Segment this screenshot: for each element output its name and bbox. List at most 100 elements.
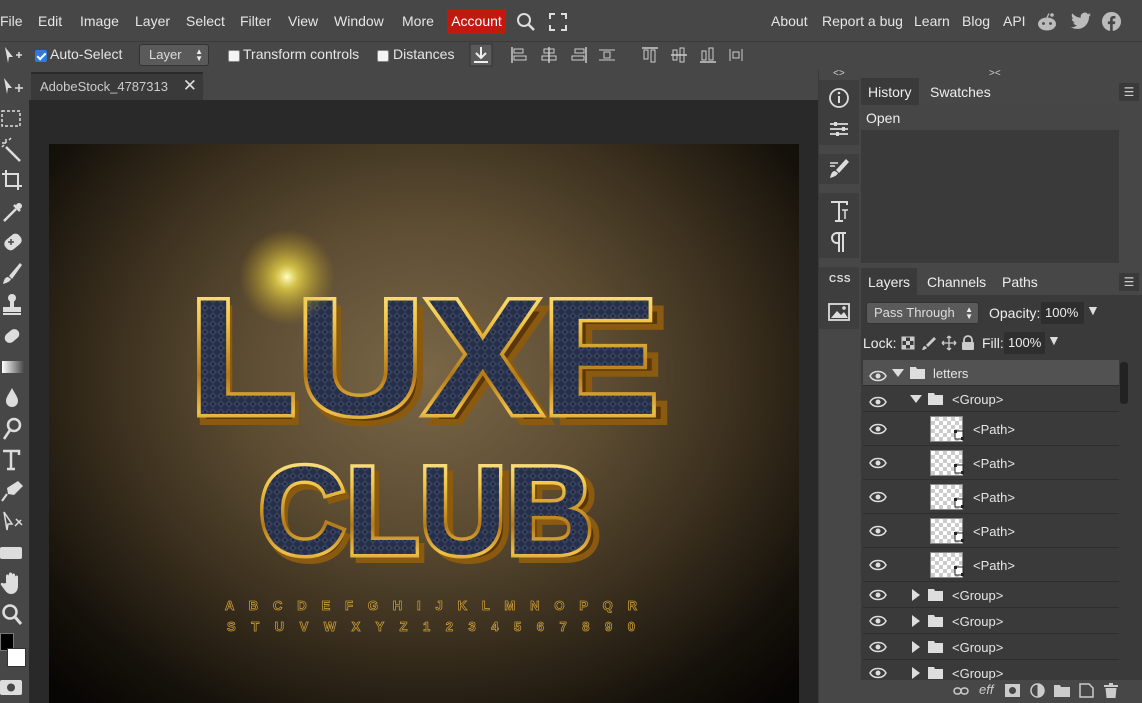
paragraph-icon[interactable] [822, 227, 856, 257]
align-top-icon[interactable] [641, 46, 659, 64]
facebook-icon[interactable] [1101, 11, 1122, 32]
tab-paths[interactable]: Paths [995, 268, 1045, 295]
eye-icon[interactable] [869, 588, 887, 602]
tab-layers[interactable]: Layers [861, 268, 918, 295]
link-about[interactable]: About [771, 13, 808, 29]
fill-field[interactable]: 100% [1004, 332, 1045, 354]
download-icon[interactable] [469, 43, 493, 67]
blend-mode-select[interactable]: Pass Through ▲ ▼ [866, 302, 979, 324]
effects-icon[interactable]: eff [979, 682, 993, 697]
layer-row-letters[interactable]: letters [863, 360, 1119, 386]
document-canvas[interactable]: LUXE LUXE CLUB CLUB A B C D E F G H I J … [49, 144, 799, 703]
rectangle-tool-icon[interactable] [0, 540, 28, 566]
background-color-swatch[interactable] [7, 648, 26, 667]
layer-row-group[interactable]: <Group> [863, 608, 1119, 634]
eye-icon[interactable] [869, 640, 887, 654]
blur-tool-icon[interactable] [0, 385, 28, 411]
layer-row-path[interactable]: <Path> [863, 446, 1119, 480]
hand-tool-icon[interactable] [0, 571, 28, 597]
new-group-icon[interactable] [1054, 684, 1070, 697]
menu-filter[interactable]: Filter [240, 13, 271, 29]
fill-dropdown-icon[interactable]: ▼ [1047, 332, 1061, 348]
tab-history[interactable]: History [861, 78, 919, 105]
eye-icon[interactable] [869, 666, 887, 680]
new-layer-icon[interactable] [1079, 683, 1094, 698]
align-bottom-icon[interactable] [699, 46, 717, 64]
adjustments-icon[interactable] [822, 114, 856, 144]
brush-settings-icon[interactable] [822, 154, 856, 184]
auto-select-checkbox[interactable] [35, 50, 47, 62]
move-tool-icon[interactable] [0, 74, 28, 100]
panel-menu-icon[interactable]: ☰ [1119, 273, 1139, 291]
link-api[interactable]: API [1003, 13, 1026, 29]
lock-position-icon[interactable] [941, 335, 957, 351]
lock-pixels-icon[interactable] [922, 336, 936, 350]
history-item[interactable]: Open [861, 105, 1119, 130]
menu-layer[interactable]: Layer [135, 13, 170, 29]
link-blog[interactable]: Blog [962, 13, 990, 29]
chevron-right-icon[interactable] [912, 615, 920, 627]
link-layers-icon[interactable] [953, 685, 969, 697]
distribute-vertical-icon[interactable] [726, 46, 746, 64]
magic-wand-icon[interactable] [0, 137, 28, 163]
trash-icon[interactable] [1104, 683, 1118, 698]
adjustment-layer-icon[interactable] [1030, 683, 1045, 698]
layer-row-path[interactable]: <Path> [863, 480, 1119, 514]
link-learn[interactable]: Learn [914, 13, 950, 29]
account-button[interactable]: Account [447, 9, 506, 34]
info-icon[interactable] [822, 83, 856, 113]
layer-row-group[interactable]: <Group> [863, 582, 1119, 608]
transform-controls-checkbox[interactable] [228, 50, 240, 62]
layer-row-path[interactable]: <Path> [863, 514, 1119, 548]
expand-arrows[interactable]: <> [833, 68, 845, 79]
reddit-icon[interactable] [1036, 11, 1058, 33]
eye-icon[interactable] [869, 456, 887, 470]
lock-all-icon[interactable] [961, 335, 975, 351]
healing-brush-icon[interactable] [0, 230, 28, 256]
distances-checkbox[interactable] [377, 50, 389, 62]
quick-mask-icon[interactable] [0, 674, 28, 700]
layer-row-group[interactable]: <Group> [863, 386, 1119, 412]
chevron-down-icon[interactable] [892, 369, 904, 378]
css-icon[interactable]: CSS [829, 274, 851, 285]
layers-scrollbar[interactable] [1120, 362, 1128, 404]
distribute-horizontal-icon[interactable] [598, 46, 616, 64]
type-tool-icon[interactable] [0, 447, 28, 473]
brush-tool-icon[interactable] [0, 261, 28, 287]
eye-icon[interactable] [869, 524, 887, 538]
menu-window[interactable]: Window [334, 13, 384, 29]
link-report-bug[interactable]: Report a bug [822, 13, 903, 29]
twitter-icon[interactable] [1070, 12, 1092, 31]
layer-row-path[interactable]: <Path> [863, 412, 1119, 446]
align-left-icon[interactable] [510, 46, 528, 64]
menu-edit[interactable]: Edit [38, 13, 62, 29]
layer-row-path[interactable]: <Path> [863, 548, 1119, 582]
fullscreen-icon[interactable] [549, 13, 567, 31]
opacity-dropdown-icon[interactable]: ▼ [1086, 302, 1100, 318]
eye-icon[interactable] [869, 369, 887, 383]
close-icon[interactable]: ✕ [183, 76, 197, 96]
opacity-field[interactable]: 100% [1041, 302, 1084, 324]
path-select-icon[interactable] [0, 509, 28, 535]
zoom-tool-icon[interactable] [0, 602, 28, 628]
eye-icon[interactable] [869, 614, 887, 628]
eye-icon[interactable] [869, 395, 887, 409]
align-right-icon[interactable] [570, 46, 588, 64]
align-center-icon[interactable] [540, 46, 558, 64]
dodge-tool-icon[interactable] [0, 416, 28, 442]
eye-icon[interactable] [869, 558, 887, 572]
chevron-down-icon[interactable] [910, 395, 922, 404]
marquee-tool-icon[interactable] [0, 106, 28, 132]
search-icon[interactable] [516, 12, 536, 32]
chevron-right-icon[interactable] [912, 641, 920, 653]
eraser-tool-icon[interactable] [0, 323, 28, 349]
character-icon[interactable] [822, 196, 856, 226]
chevron-right-icon[interactable] [912, 589, 920, 601]
tab-channels[interactable]: Channels [920, 268, 993, 295]
layer-select[interactable]: Layer ▲ ▼ [139, 44, 209, 66]
eye-icon[interactable] [869, 422, 887, 436]
add-mask-icon[interactable] [1005, 684, 1020, 697]
layer-row-group[interactable]: <Group> [863, 634, 1119, 660]
menu-view[interactable]: View [288, 13, 318, 29]
eye-icon[interactable] [869, 490, 887, 504]
